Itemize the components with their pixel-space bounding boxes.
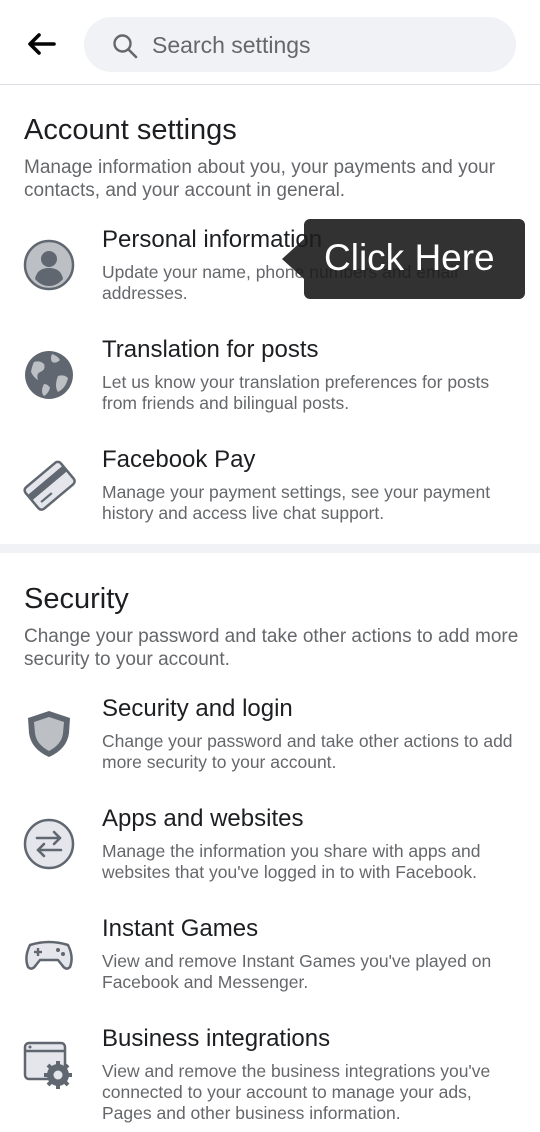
section-description: Manage information about you, your payme… [24,157,496,201]
settings-item-translation-for-posts[interactable]: Translation for posts Let us know your t… [0,336,540,436]
globe-icon [25,351,73,399]
browser-gear-icon [23,1041,72,1089]
item-description: Change your password and take other acti… [102,731,513,772]
item-title: Apps and websites [102,805,304,832]
settings-item-facebook-pay[interactable]: Facebook Pay Manage your payment setting… [0,446,540,546]
item-description: Manage the information you share with ap… [102,841,481,882]
person-icon [23,239,75,291]
settings-item-security-and-login[interactable]: Security and login Change your password … [0,695,540,795]
click-here-tooltip[interactable]: Click Here [282,219,525,299]
tooltip-arrow [282,239,304,279]
settings-item-apps-and-websites[interactable]: Apps and websites Manage the information… [0,805,540,905]
section-description: Change your password and take other acti… [24,626,519,670]
item-title: Instant Games [102,915,259,942]
gamepad-icon [25,940,73,970]
item-description: View and remove Instant Games you've pla… [102,951,492,992]
item-title: Translation for posts [102,336,319,363]
item-description: Let us know your translation preferences… [102,372,490,413]
item-title: Security and login [102,695,293,722]
settings-item-instant-games[interactable]: Instant Games View and remove Instant Ga… [0,915,540,1015]
security-section: Security Change your password and take o… [0,553,540,1132]
item-title: Business integrations [102,1025,331,1052]
section-divider [0,544,540,553]
settings-item-business-integrations[interactable]: Business integrations View and remove th… [0,1025,540,1125]
swap-arrows-icon [23,818,75,870]
credit-card-icon [23,460,76,511]
tooltip-text: Click Here [324,237,495,278]
section-title: Account settings [24,114,237,146]
item-title: Facebook Pay [102,446,256,473]
shield-icon [28,711,70,757]
item-description: View and remove the business integration… [102,1061,491,1123]
item-description: Manage your payment settings, see your p… [102,482,491,523]
section-title: Security [24,583,129,615]
